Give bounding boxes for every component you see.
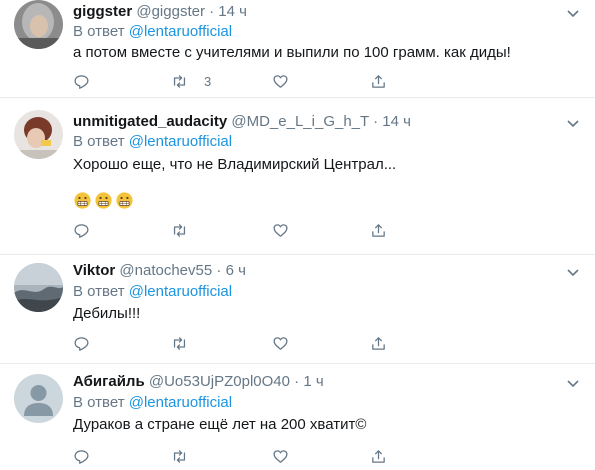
share-icon [372,449,385,463]
heart-icon [273,223,288,237]
reply-context: В ответ @lentaruofficial [73,393,232,413]
timestamp[interactable]: 14 ч [382,113,411,130]
retweet-icon [173,336,186,350]
reply-icon [74,223,89,238]
share-icon [372,223,385,237]
mention-link[interactable]: @lentaruofficial [129,133,232,150]
action-bar [73,446,403,466]
default-profile-icon [14,374,63,423]
timestamp[interactable]: 14 ч [218,3,247,20]
retweet-button[interactable] [171,333,204,353]
mention-link[interactable]: @lentaruofficial [129,394,232,411]
share-icon [372,74,385,88]
action-bar [73,333,403,353]
user-handle[interactable]: @natochev55 [119,262,212,279]
separator-dot: · [216,262,222,279]
avatar[interactable] [14,263,63,312]
tweet[interactable]: giggster @giggster · 14 ч В ответ @lenta… [0,0,595,97]
reply-icon [74,336,89,351]
action-bar: 3 [73,71,403,91]
reply-button[interactable] [73,446,106,466]
user-photo [14,110,63,159]
share-button[interactable] [370,333,387,353]
reply-context: В ответ @lentaruofficial [73,22,232,42]
grimacing-face-emoji [116,192,133,209]
retweet-icon [173,223,186,237]
like-button[interactable] [272,71,305,91]
tweet-header: Абигайль @Uo53UjPZ0pl0O40 · 1 ч [73,372,324,392]
reply-icon [74,449,89,464]
tweet-header: Viktor @natochev55 · 6 ч [73,261,246,281]
timestamp[interactable]: 6 ч [226,262,246,279]
chevron-down-icon[interactable] [565,5,581,21]
separator-dot: · [373,113,379,130]
retweet-count: 3 [204,73,212,89]
separator-dot: · [209,3,215,20]
heart-icon [273,336,288,350]
reply-button[interactable] [73,333,106,353]
chevron-down-icon[interactable] [565,115,581,131]
tweet-header: giggster @giggster · 14 ч [73,2,247,22]
action-bar [73,220,403,240]
reply-prefix: В ответ [73,23,125,40]
retweet-button[interactable] [171,220,204,240]
reply-prefix: В ответ [73,133,125,150]
tweet-text: Хорошо еще, что не Владимирский Централ.… [73,156,397,173]
chevron-down-icon[interactable] [565,264,581,280]
share-button[interactable] [370,71,387,91]
separator-dot: · [294,373,300,390]
share-button[interactable] [370,220,387,240]
mention-link[interactable]: @lentaruofficial [129,23,232,40]
reply-context: В ответ @lentaruofficial [73,282,232,302]
chevron-down-icon[interactable] [565,375,581,391]
display-name[interactable]: Viktor [73,262,115,279]
heart-icon [273,74,288,88]
mention-link[interactable]: @lentaruofficial [129,283,232,300]
tweet-text: Дураков а стране ещё лет на 200 хватит© [73,416,367,433]
display-name[interactable]: unmitigated_audacity [73,113,227,130]
display-name[interactable]: Абигайль [73,373,145,390]
reply-button[interactable] [73,220,106,240]
like-button[interactable] [272,220,305,240]
heart-icon [273,449,288,463]
like-button[interactable] [272,446,305,466]
retweet-button[interactable]: 3 [171,71,211,91]
grimacing-face-emoji [74,192,91,209]
share-button[interactable] [370,446,387,466]
reply-prefix: В ответ [73,283,125,300]
timestamp[interactable]: 1 ч [303,373,323,390]
user-photo [14,0,63,49]
avatar[interactable] [14,110,63,159]
reply-prefix: В ответ [73,394,125,411]
retweet-button[interactable] [171,446,204,466]
user-handle[interactable]: @MD_e_L_i_G_h_T [231,113,369,130]
reply-button[interactable] [73,71,106,91]
avatar[interactable] [14,0,63,49]
reply-context: В ответ @lentaruofficial [73,132,232,152]
share-icon [372,336,385,350]
tweet[interactable]: Абигайль @Uo53UjPZ0pl0O40 · 1 ч В ответ … [0,364,595,470]
retweet-icon [173,449,186,463]
grimacing-face-emoji [95,192,112,209]
like-button[interactable] [272,333,305,353]
user-photo [14,263,63,312]
avatar[interactable] [14,374,63,423]
tweet[interactable]: unmitigated_audacity @MD_e_L_i_G_h_T · 1… [0,98,595,254]
retweet-icon [173,74,186,88]
tweet-header: unmitigated_audacity @MD_e_L_i_G_h_T · 1… [73,112,411,132]
tweet-text: а потом вместе с учителями и выпили по 1… [73,44,511,61]
tweet[interactable]: Viktor @natochev55 · 6 ч В ответ @lentar… [0,255,595,363]
user-handle[interactable]: @giggster [136,3,205,20]
reply-icon [74,74,89,89]
display-name[interactable]: giggster [73,3,132,20]
user-handle[interactable]: @Uo53UjPZ0pl0O40 [149,373,290,390]
tweet-text: Дебилы!!! [73,305,141,322]
